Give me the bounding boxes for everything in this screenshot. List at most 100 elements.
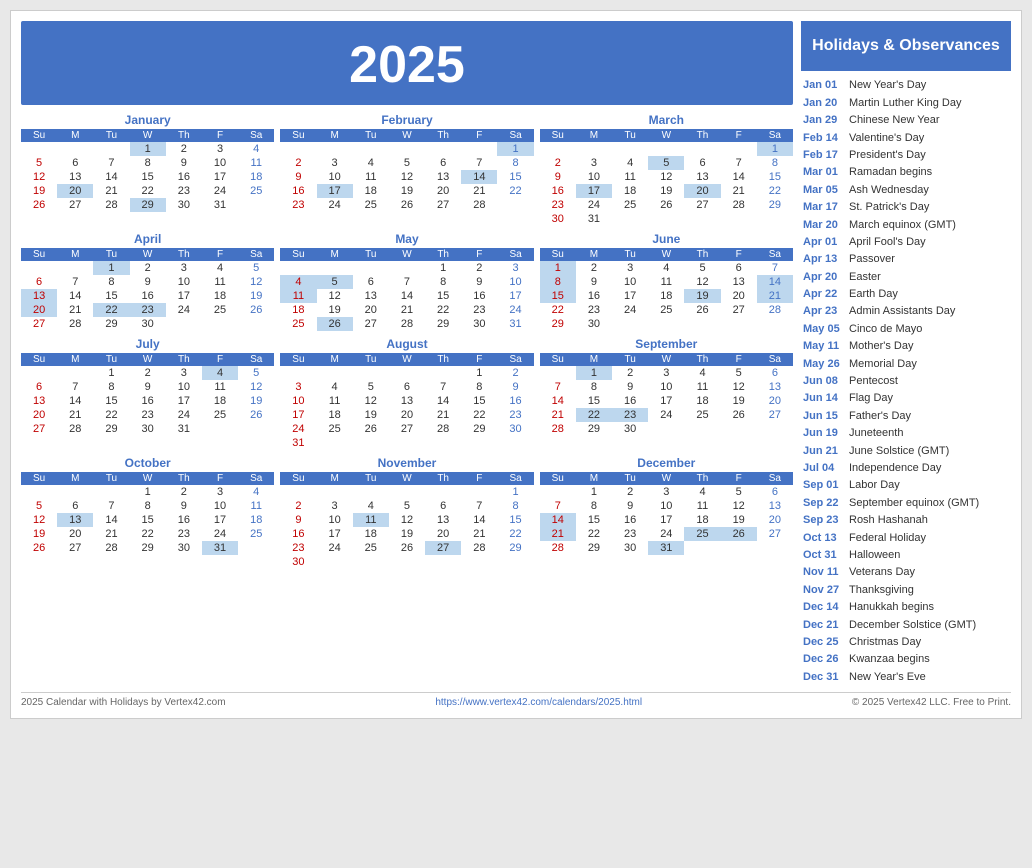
day-cell: 3 <box>648 366 684 380</box>
day-cell: 18 <box>353 527 389 541</box>
day-cell: 27 <box>353 317 389 331</box>
holiday-date: Mar 05 <box>803 183 845 198</box>
day-header: Tu <box>93 472 129 485</box>
day-cell <box>280 366 316 380</box>
day-cell: 2 <box>166 485 202 499</box>
day-cell: 8 <box>130 156 166 170</box>
holiday-name: Ash Wednesday <box>849 183 929 198</box>
day-cell: 26 <box>353 422 389 436</box>
day-cell: 8 <box>576 499 612 513</box>
day-cell: 21 <box>93 527 129 541</box>
holiday-date: Jan 01 <box>803 78 845 93</box>
day-cell: 18 <box>684 394 720 408</box>
day-cell: 11 <box>684 499 720 513</box>
day-cell: 28 <box>540 422 576 436</box>
day-cell: 10 <box>317 513 353 527</box>
day-header: Tu <box>353 248 389 261</box>
day-cell <box>684 541 720 555</box>
holiday-item: Dec 14Hanukkah begins <box>801 599 1011 616</box>
holiday-date: Jul 04 <box>803 461 845 476</box>
day-header: Su <box>21 353 57 366</box>
day-cell: 20 <box>757 513 793 527</box>
day-cell: 30 <box>612 422 648 436</box>
day-cell: 15 <box>497 513 533 527</box>
day-cell: 2 <box>612 366 648 380</box>
month-title: June <box>540 232 793 246</box>
holiday-name: Hanukkah begins <box>849 600 934 615</box>
day-cell <box>612 212 648 226</box>
month-title: August <box>280 337 533 351</box>
day-cell: 22 <box>93 303 129 317</box>
day-cell: 10 <box>202 499 238 513</box>
day-header: F <box>461 248 497 261</box>
day-cell: 16 <box>130 289 166 303</box>
day-cell: 23 <box>612 527 648 541</box>
day-header: W <box>648 353 684 366</box>
holiday-item: Jun 21June Solstice (GMT) <box>801 443 1011 460</box>
day-header: Th <box>684 129 720 142</box>
day-cell: 31 <box>576 212 612 226</box>
day-cell <box>57 142 93 156</box>
day-cell: 3 <box>612 261 648 275</box>
day-cell: 28 <box>57 422 93 436</box>
holiday-item: Nov 27Thanksgiving <box>801 582 1011 599</box>
day-cell: 22 <box>576 408 612 422</box>
day-header: F <box>461 129 497 142</box>
day-cell: 20 <box>21 303 57 317</box>
day-cell: 2 <box>280 499 316 513</box>
day-cell <box>93 142 129 156</box>
day-cell: 30 <box>166 541 202 555</box>
holiday-date: Apr 20 <box>803 270 845 285</box>
day-cell <box>93 485 129 499</box>
day-cell: 2 <box>497 366 533 380</box>
months-grid: JanuarySuMTuWThFSa1234567891011121314151… <box>21 113 793 569</box>
day-header: M <box>317 353 353 366</box>
holiday-date: Feb 17 <box>803 148 845 163</box>
day-cell: 22 <box>576 527 612 541</box>
day-cell: 18 <box>202 394 238 408</box>
day-cell: 19 <box>238 394 274 408</box>
day-header: Sa <box>238 129 274 142</box>
day-cell: 25 <box>648 303 684 317</box>
holiday-date: Nov 27 <box>803 583 845 598</box>
day-cell: 12 <box>389 170 425 184</box>
day-cell: 23 <box>461 303 497 317</box>
day-cell <box>280 261 316 275</box>
day-cell: 9 <box>576 275 612 289</box>
day-cell: 20 <box>57 527 93 541</box>
day-cell: 15 <box>130 513 166 527</box>
day-cell: 6 <box>757 485 793 499</box>
holiday-date: Jun 08 <box>803 374 845 389</box>
day-cell <box>757 422 793 436</box>
day-cell: 1 <box>93 366 129 380</box>
day-cell: 22 <box>757 184 793 198</box>
day-cell: 28 <box>93 541 129 555</box>
holiday-item: Jun 15Father's Day <box>801 408 1011 425</box>
holiday-item: Sep 01Labor Day <box>801 477 1011 494</box>
day-header: Sa <box>238 472 274 485</box>
day-header: W <box>130 248 166 261</box>
day-header: M <box>576 353 612 366</box>
day-cell: 17 <box>202 513 238 527</box>
day-cell: 9 <box>280 513 316 527</box>
day-cell: 8 <box>425 275 461 289</box>
day-header: M <box>57 472 93 485</box>
day-cell <box>612 142 648 156</box>
day-cell <box>540 485 576 499</box>
day-cell: 13 <box>21 289 57 303</box>
day-cell: 17 <box>648 394 684 408</box>
day-cell: 13 <box>425 170 461 184</box>
day-cell <box>21 261 57 275</box>
sidebar-header: Holidays & Observances <box>801 21 1011 71</box>
holiday-date: Sep 22 <box>803 496 845 511</box>
holiday-name: Pentecost <box>849 374 898 389</box>
day-cell: 7 <box>389 275 425 289</box>
day-cell: 4 <box>238 485 274 499</box>
holiday-item: Apr 01April Fool's Day <box>801 234 1011 251</box>
holiday-name: Christmas Day <box>849 635 921 650</box>
day-cell <box>540 366 576 380</box>
main-layout: 2025 JanuarySuMTuWThFSa12345678910111213… <box>21 21 1011 686</box>
day-header: Su <box>540 472 576 485</box>
day-cell: 2 <box>130 261 166 275</box>
day-cell: 6 <box>757 366 793 380</box>
